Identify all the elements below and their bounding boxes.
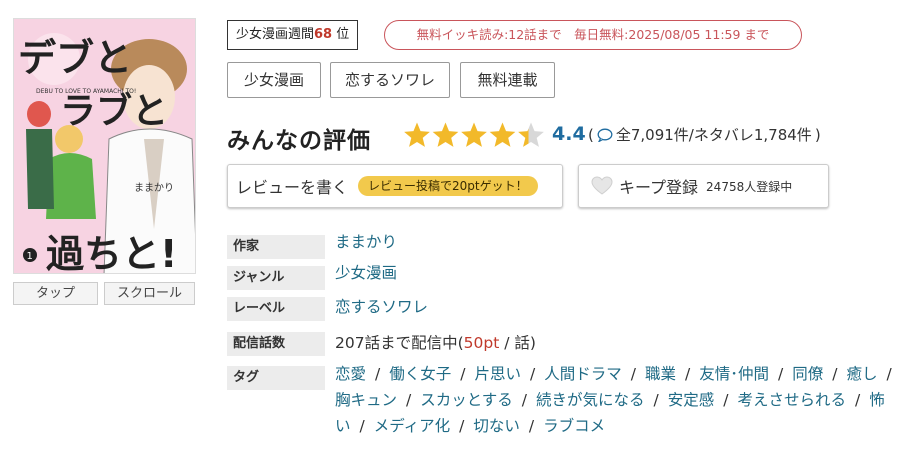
cover-romaji: DEBU TO LOVE TO AYAMACHI TO! bbox=[36, 88, 136, 95]
cover-title-2: ラブと bbox=[60, 90, 168, 132]
star-icon bbox=[518, 122, 544, 147]
episodes-prefix: 207話まで配信中( bbox=[335, 334, 464, 352]
star-icon bbox=[489, 122, 516, 147]
tag-separator: / bbox=[832, 365, 838, 383]
ranking-badge[interactable]: 少女漫画週間68 位 bbox=[227, 20, 359, 50]
tag-separator: / bbox=[359, 417, 365, 435]
tag-link[interactable]: 続きが気になる bbox=[536, 391, 645, 409]
comic-cover[interactable]: デブと ラブと 過ちと! DEBU TO LOVE TO AYAMACHI TO… bbox=[13, 18, 196, 274]
episodes-price: 50pt bbox=[463, 334, 500, 352]
author-link[interactable]: ままかり bbox=[335, 230, 397, 254]
rating-title: みんなの評価 bbox=[227, 128, 371, 154]
tag-link[interactable]: 友情･仲間 bbox=[699, 365, 769, 383]
tag-link[interactable]: 癒し bbox=[847, 365, 878, 383]
counts-text: 全7,091件/ネタバレ1,784件 bbox=[615, 126, 812, 144]
tag-separator: / bbox=[530, 365, 536, 383]
tag-separator: / bbox=[855, 391, 861, 409]
view-mode-scroll-button[interactable]: スクロール bbox=[104, 282, 195, 305]
tag-separator: / bbox=[521, 391, 528, 409]
star-icon bbox=[404, 122, 430, 147]
tag-link[interactable]: 働く女子 bbox=[389, 365, 451, 383]
tag-link[interactable]: 片思い bbox=[475, 365, 522, 383]
free-reading-notice: 無料イッキ読み:12話まで 毎日無料:2025/08/05 11:59 まで bbox=[384, 20, 802, 50]
ranking-label: 少女漫画週間 bbox=[236, 27, 315, 42]
rating-stars bbox=[404, 122, 544, 147]
tag-link[interactable]: 恋愛 bbox=[335, 365, 366, 383]
tag-link[interactable]: 胸キュン bbox=[335, 391, 397, 409]
rating-counts[interactable]: ( 全7,091件/ネタバレ1,784件 ) bbox=[588, 124, 821, 145]
tag-separator: / bbox=[459, 417, 465, 435]
tag-link[interactable]: 人間ドラマ bbox=[544, 365, 622, 383]
genre-link[interactable]: 少女漫画 bbox=[335, 261, 397, 285]
category-button-shojo[interactable]: 少女漫画 bbox=[227, 62, 321, 98]
comment-icon bbox=[597, 128, 613, 142]
view-mode-tap-button[interactable]: タップ bbox=[13, 282, 98, 305]
category-button-label[interactable]: 恋するソワレ bbox=[330, 62, 450, 98]
category-button-free-serial[interactable]: 無料連載 bbox=[460, 62, 555, 98]
tag-separator: / bbox=[723, 391, 729, 409]
cover-title-1: デブと bbox=[18, 36, 132, 80]
label-label: レーベル bbox=[227, 297, 325, 321]
genre-label: ジャンル bbox=[227, 266, 325, 290]
review-promo-pill: レビュー投稿で20ptゲット！ bbox=[358, 176, 538, 196]
star-icon bbox=[432, 122, 459, 147]
heart-icon bbox=[591, 176, 613, 195]
write-review-button[interactable]: レビューを書く レビュー投稿で20ptゲット！ bbox=[227, 164, 563, 208]
keep-register-count: 24758人登録中 bbox=[706, 179, 793, 194]
tag-separator: / bbox=[406, 391, 412, 409]
cover-author: ままかり bbox=[134, 182, 174, 194]
rating-score: 4.4 bbox=[552, 123, 586, 145]
author-label: 作家 bbox=[227, 235, 325, 259]
episodes-value: 207話まで配信中(50pt / 話) bbox=[335, 331, 536, 355]
ranking-suffix: 位 bbox=[336, 27, 350, 42]
episodes-suffix: / 話) bbox=[499, 334, 536, 352]
tag-separator: / bbox=[528, 417, 535, 435]
tag-link[interactable]: 切ない bbox=[473, 417, 520, 435]
write-review-label: レビューを書く bbox=[236, 178, 349, 197]
tag-separator: / bbox=[460, 365, 466, 383]
tag-link[interactable]: ラブコメ bbox=[543, 417, 605, 435]
tags-label: タグ bbox=[227, 366, 325, 390]
ranking-number: 68 bbox=[314, 27, 333, 42]
tag-link[interactable]: 職業 bbox=[645, 365, 676, 383]
tag-link[interactable]: 安定感 bbox=[668, 391, 715, 409]
star-icon bbox=[461, 122, 487, 147]
counts-open-paren: ( bbox=[588, 125, 594, 144]
counts-close-paren: ) bbox=[814, 125, 821, 144]
tag-separator: / bbox=[778, 365, 784, 383]
keep-register-label: キープ登録 bbox=[619, 178, 699, 197]
tag-link[interactable]: メディア化 bbox=[374, 417, 450, 435]
tag-link[interactable]: スカッとする bbox=[420, 391, 513, 409]
tag-separator: / bbox=[886, 365, 892, 383]
tag-separator: / bbox=[653, 391, 659, 409]
tag-separator: / bbox=[685, 365, 691, 383]
keep-register-button[interactable]: キープ登録 24758人登録中 bbox=[578, 164, 829, 208]
cover-volume: 1 bbox=[27, 251, 33, 262]
cover-title-3: 過ちと! bbox=[46, 232, 177, 274]
label-link[interactable]: 恋するソワレ bbox=[335, 295, 428, 319]
tag-separator: / bbox=[630, 365, 636, 383]
tag-list: 恋愛 / 働く女子 / 片思い / 人間ドラマ / 職業 / 友情･仲間 / 同僚 / 癒し / 胸キュン / スカ… bbox=[335, 361, 905, 439]
tag-link[interactable]: 同僚 bbox=[792, 365, 823, 383]
tag-link[interactable]: 考えさせられる bbox=[738, 391, 847, 409]
tag-separator: / bbox=[375, 365, 381, 383]
episodes-label: 配信話数 bbox=[227, 332, 325, 356]
